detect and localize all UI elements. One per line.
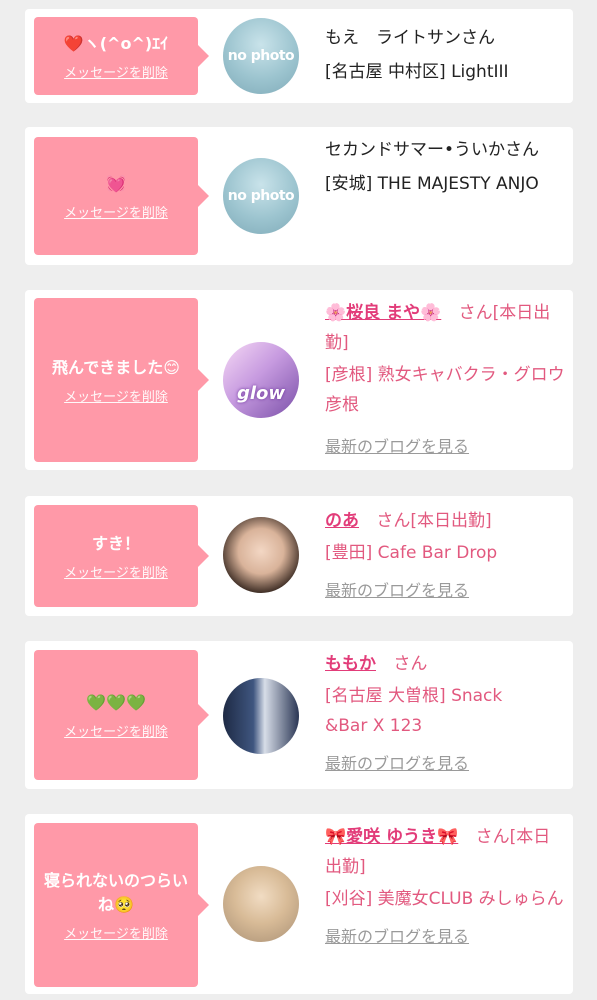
avatar[interactable]: no photo (223, 18, 299, 94)
message-card: 寝られないのつらいね🥺 メッセージを削除 🎀愛咲 ゆうき🎀 さん[本日出勤] [… (25, 814, 573, 994)
sender-name: セカンドサマー•ういかさん (325, 140, 540, 160)
delete-message-link[interactable]: メッセージを削除 (64, 721, 168, 740)
message-bubble: 飛んできました😊 メッセージを削除 (34, 298, 209, 462)
message-text: 寝られないのつらいね🥺 (43, 870, 188, 914)
message-card: 💓 メッセージを削除 no photo セカンドサマー•ういかさん [安城] T… (25, 127, 573, 265)
cast-name-link[interactable]: 🎀愛咲 ゆうき🎀 (325, 827, 458, 847)
latest-blog-link[interactable]: 最新のブログを見る (325, 432, 565, 462)
message-card: すき！ メッセージを削除 のあ さん[本日出勤] [豊田] Cafe Bar D… (25, 496, 573, 616)
delete-message-link[interactable]: メッセージを削除 (64, 562, 168, 581)
message-bubble: すき！ メッセージを削除 (34, 505, 209, 607)
honorific: さん (376, 511, 411, 531)
sender-name: もえ ライトサンさん (325, 28, 495, 48)
message-bubble: ❤️ヽ(^o^)ｴｲ メッセージを削除 (34, 17, 209, 95)
message-bubble: 💓 メッセージを削除 (34, 137, 209, 255)
sender-info: 🎀愛咲 ゆうき🎀 さん[本日出勤] [刈谷] 美魔女CLUB みしゅらん 最新の… (325, 822, 565, 952)
message-bubble: 寝られないのつらいね🥺 メッセージを削除 (34, 823, 209, 987)
profile-photo (223, 517, 299, 593)
shop-name: [名古屋 中村区] LightIII (325, 62, 509, 82)
avatar[interactable] (223, 517, 299, 593)
status-label: [本日出勤] (410, 511, 492, 531)
sender-info: セカンドサマー•ういかさん [安城] THE MAJESTY ANJO (325, 135, 565, 199)
message-card: 💚💚💚 メッセージを削除 ももか さん [名古屋 大曽根] Snack&Bar … (25, 641, 573, 789)
message-list: ❤️ヽ(^o^)ｴｲ メッセージを削除 no photo もえ ライトサンさん … (0, 0, 597, 1000)
latest-blog-link[interactable]: 最新のブログを見る (325, 576, 565, 606)
message-text: 飛んできました😊 (52, 357, 180, 377)
shop-name[interactable]: [刈谷] 美魔女CLUB みしゅらん (325, 884, 565, 914)
avatar[interactable]: no photo (223, 158, 299, 234)
sender-info: のあ さん[本日出勤] [豊田] Cafe Bar Drop 最新のブログを見る (325, 506, 565, 606)
avatar[interactable] (223, 866, 299, 942)
sender-info: ももか さん [名古屋 大曽根] Snack&Bar X 123 最新のブログを… (325, 649, 565, 779)
cast-name-link[interactable]: 🌸桜良 まや🌸 (325, 303, 441, 323)
message-text: 💚💚💚 (86, 692, 146, 712)
shop-name[interactable]: [豊田] Cafe Bar Drop (325, 538, 565, 568)
honorific: さん (458, 303, 493, 323)
profile-photo (223, 678, 299, 754)
latest-blog-link[interactable]: 最新のブログを見る (325, 749, 565, 779)
message-text: すき！ (91, 533, 140, 553)
cast-name-link[interactable]: ももか (325, 654, 376, 674)
profile-photo (223, 866, 299, 942)
message-bubble: 💚💚💚 メッセージを削除 (34, 650, 209, 780)
no-photo-placeholder: no photo (223, 158, 299, 234)
honorific: さん (393, 654, 428, 674)
shop-name[interactable]: [名古屋 大曽根] Snack&Bar X 123 (325, 681, 515, 741)
avatar[interactable]: glow (223, 342, 299, 418)
profile-photo: glow (223, 342, 299, 418)
latest-blog-link[interactable]: 最新のブログを見る (325, 922, 565, 952)
cast-name-link[interactable]: のあ (325, 511, 359, 531)
no-photo-placeholder: no photo (223, 18, 299, 94)
sender-info: 🌸桜良 まや🌸 さん[本日出勤] [彦根] 熟女キャバクラ・グロウ彦根 最新のブ… (325, 298, 565, 462)
delete-message-link[interactable]: メッセージを削除 (64, 923, 168, 942)
honorific: さん (475, 827, 510, 847)
delete-message-link[interactable]: メッセージを削除 (64, 202, 168, 221)
delete-message-link[interactable]: メッセージを削除 (64, 62, 168, 81)
message-text: 💓 (106, 173, 126, 193)
sender-info: もえ ライトサンさん [名古屋 中村区] LightIII (325, 23, 565, 87)
avatar[interactable] (223, 678, 299, 754)
shop-name[interactable]: [彦根] 熟女キャバクラ・グロウ彦根 (325, 360, 565, 420)
message-text: ❤️ヽ(^o^)ｴｲ (63, 33, 169, 53)
shop-name: [安城] THE MAJESTY ANJO (325, 174, 539, 194)
delete-message-link[interactable]: メッセージを削除 (64, 386, 168, 405)
message-card: 飛んできました😊 メッセージを削除 glow 🌸桜良 まや🌸 さん[本日出勤] … (25, 290, 573, 470)
message-card: ❤️ヽ(^o^)ｴｲ メッセージを削除 no photo もえ ライトサンさん … (25, 9, 573, 103)
